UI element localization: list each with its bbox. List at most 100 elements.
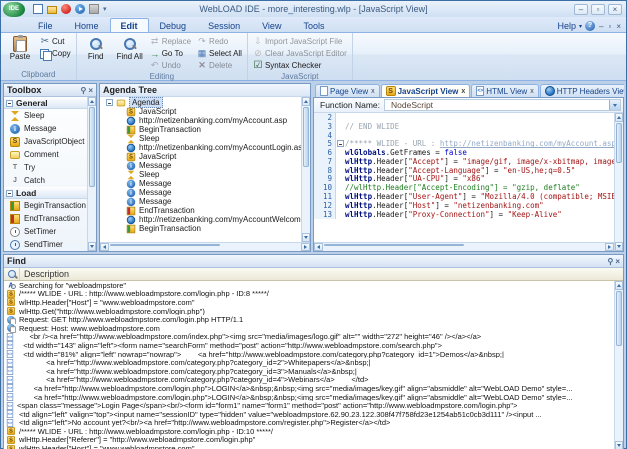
help-menu[interactable]: Help xyxy=(558,21,577,31)
tab-edit[interactable]: Edit xyxy=(109,18,149,32)
code-line[interactable]: 3 // END WLIDE xyxy=(314,122,614,131)
mdi-close-button[interactable]: × xyxy=(615,22,622,31)
tree-root[interactable]: Agenda xyxy=(100,97,301,108)
collapse-icon[interactable] xyxy=(106,99,113,106)
find-result-row[interactable]: <a href="http://www.webloadmpstore.com/c… xyxy=(4,367,614,376)
find-result-row[interactable]: wlHttp.Get("http://www.webloadmpstore.co… xyxy=(4,307,614,315)
cut-button[interactable]: ✂ Cut xyxy=(38,36,73,47)
tab-home[interactable]: Home xyxy=(64,18,110,32)
toolbox-item[interactable]: Sleep xyxy=(4,109,87,122)
combo-dropdown-icon[interactable] xyxy=(609,100,620,110)
tab-close-icon[interactable]: x xyxy=(371,88,375,95)
undo-button[interactable]: ↶ Undo xyxy=(148,60,193,71)
tab-debug[interactable]: Debug xyxy=(149,18,198,32)
select-all-button[interactable]: ▦ Select All xyxy=(195,48,244,59)
replace-button[interactable]: ⇄ Replace xyxy=(148,36,193,47)
find-result-row[interactable]: <td width="81%" align="left" nowrap="now… xyxy=(4,350,614,358)
editor-hscrollbar[interactable] xyxy=(314,242,614,251)
code-editor[interactable]: 2 3 // END WLIDE 4 5 /***** WLIDE - URL : htt… xyxy=(314,113,614,242)
tree-item[interactable]: Message xyxy=(100,161,301,170)
tab-http-headers-view[interactable]: HTTP Headers View x xyxy=(539,84,624,97)
tab-file[interactable]: File xyxy=(27,18,64,32)
find-result-row[interactable]: <td width="143" align="left"><form name=… xyxy=(4,341,614,350)
tree-item[interactable]: http://netizenbanking.com/myAccount.asp xyxy=(100,116,301,125)
tree-item[interactable]: EndTransaction xyxy=(100,206,301,215)
find-result-row[interactable]: <span class="message">Login Page</span><… xyxy=(4,401,614,410)
tab-view[interactable]: View xyxy=(251,18,292,32)
find-result-row[interactable]: wlHttp.Header["Host"] = "www.webloadmpst… xyxy=(4,444,614,449)
toolbox-item[interactable]: Catch xyxy=(4,174,87,187)
find-all-button[interactable]: Find All xyxy=(114,34,146,61)
mdi-restore-button[interactable]: ▫ xyxy=(607,22,612,31)
code-line[interactable]: 2 xyxy=(314,113,614,122)
delete-button[interactable]: ✕ Delete xyxy=(195,60,244,71)
close-button[interactable]: × xyxy=(608,3,622,15)
pin-icon[interactable]: ⚲ xyxy=(80,86,86,95)
restore-button[interactable]: ▫ xyxy=(591,3,605,15)
close-icon[interactable]: × xyxy=(615,257,620,266)
find-result-row[interactable]: /***** WLIDE - URL : http://www.webloadm… xyxy=(4,427,614,436)
go-to-button[interactable]: → Go To xyxy=(148,48,193,59)
agenda-vscrollbar[interactable] xyxy=(301,97,310,242)
toolbox-item[interactable]: EndTransaction xyxy=(4,212,87,225)
tree-item[interactable]: http://netizenbanking.com/myAccountWelco… xyxy=(100,215,301,224)
toolbox-scrollbar[interactable] xyxy=(87,97,96,251)
tab-html-view[interactable]: HTML View x xyxy=(471,84,539,97)
mdi-minimize-button[interactable]: – xyxy=(598,22,604,31)
tree-item[interactable]: JavaScript xyxy=(100,107,301,116)
find-result-row[interactable]: <a href="http://www.webloadmpstore.com/l… xyxy=(4,384,614,393)
code-line[interactable]: 4 xyxy=(314,131,614,140)
tab-close-icon[interactable]: x xyxy=(530,88,534,95)
redo-button[interactable]: ↷ Redo xyxy=(195,36,244,47)
syntax-checker-button[interactable]: ☑ Syntax Checker xyxy=(251,60,349,71)
find-result-row[interactable]: Request: GET http://www.webloadmpstore.c… xyxy=(4,315,614,324)
toolbox-item[interactable]: Try xyxy=(4,161,87,174)
find-result-row[interactable]: Searching for "webloadmpstore" xyxy=(4,281,614,290)
help-dropdown-icon[interactable]: ▾ xyxy=(579,23,582,30)
tree-item[interactable]: Sleep xyxy=(100,170,301,179)
collapse-icon[interactable] xyxy=(6,189,13,197)
tab-session[interactable]: Session xyxy=(197,18,251,32)
close-icon[interactable]: × xyxy=(88,86,93,95)
toolbox-item[interactable]: BeginTransaction xyxy=(4,199,87,212)
code-line[interactable]: 13 wlHttp.Header["Proxy-Connection"] = "K… xyxy=(314,210,614,219)
find-result-row[interactable]: <td align="left" valign="top"><input nam… xyxy=(4,410,614,419)
find-result-row[interactable]: <br /><a href="http://www.webloadmpstore… xyxy=(4,333,614,341)
find-result-row[interactable]: /***** WLIDE - URL : http://www.webloadm… xyxy=(4,290,614,298)
code-line[interactable]: 8 wlHttp.Header["Accept-Language"] = "en-… xyxy=(314,166,614,175)
tree-item[interactable]: BeginTransaction xyxy=(100,224,301,233)
copy-button[interactable]: Copy xyxy=(38,48,73,61)
minimize-button[interactable]: – xyxy=(574,3,588,15)
function-name-combo[interactable]: NodeScript xyxy=(384,99,621,111)
toolbox-item[interactable]: SetTimer xyxy=(4,225,87,238)
tree-item[interactable]: Message xyxy=(100,179,301,188)
find-result-row[interactable]: <a href="http://www.webloadmpstore.com/c… xyxy=(4,376,614,384)
find-result-row[interactable]: <td align="left">No account yet?<br/><a … xyxy=(4,419,614,427)
find-scrollbar[interactable] xyxy=(614,281,623,449)
tab-page-view[interactable]: Page View x xyxy=(315,84,380,97)
code-line[interactable]: 12 wlHttp.Header["Host"] = "netizenbankin… xyxy=(314,201,614,210)
find-result-row[interactable]: <a href="http://www.webloadmpstore.com/l… xyxy=(4,393,614,401)
tree-item[interactable]: http://netizenbanking.com/myAccountLogin… xyxy=(100,143,301,152)
toolbox-section-header[interactable]: Load xyxy=(4,187,87,199)
find-column-header[interactable]: Description xyxy=(4,268,623,281)
code-line[interactable]: 7 wlHttp.Header["Accept"] = "image/gif, i… xyxy=(314,157,614,166)
code-line[interactable]: 10 //wlHttp.Header["Accept-Encoding"] = "… xyxy=(314,183,614,192)
toolbox-item[interactable]: JavaScriptObject xyxy=(4,135,87,148)
tree-item[interactable]: Sleep xyxy=(100,134,301,143)
tab-close-icon[interactable]: x xyxy=(461,88,465,95)
toolbox-item[interactable]: SendTimer xyxy=(4,238,87,251)
code-line[interactable]: 5 /***** WLIDE - URL : http://netizenbank… xyxy=(314,139,614,148)
toolbox-item[interactable]: Message xyxy=(4,122,87,135)
fold-icon[interactable] xyxy=(337,140,344,148)
find-result-row[interactable]: wlHttp.Header["Host"] = "www.webloadmpst… xyxy=(4,298,614,307)
tab-javascript-view[interactable]: JavaScript View x xyxy=(380,84,471,97)
code-line[interactable]: 9 wlHttp.Header["UA-CPU"] = "x86" xyxy=(314,174,614,183)
tab-tools[interactable]: Tools xyxy=(292,18,335,32)
help-icon[interactable]: ? xyxy=(585,21,596,31)
play-icon[interactable] xyxy=(75,4,85,14)
agenda-hscrollbar[interactable] xyxy=(100,242,310,251)
find-result-row[interactable]: wlHttp.Header["Referer"] = "http://www.w… xyxy=(4,436,614,444)
code-line[interactable]: 6 wlGlobals.GetFrames = false xyxy=(314,148,614,157)
tree-item[interactable]: Message xyxy=(100,197,301,206)
